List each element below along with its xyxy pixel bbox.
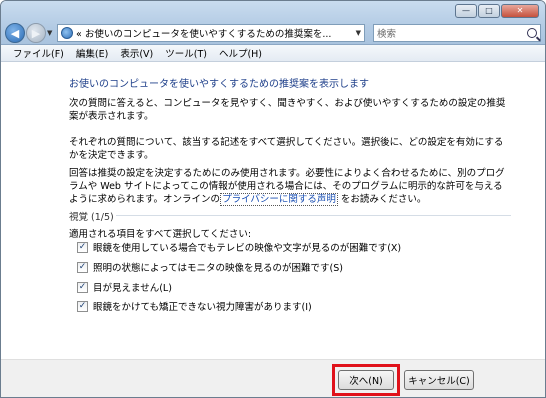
checkbox-blind[interactable]: ✓ [77, 281, 88, 293]
checkbox-instruction: 適用される項目をすべて選択してください: [69, 229, 252, 240]
search-box[interactable]: 検索 [373, 24, 541, 42]
recent-pages-dropdown[interactable]: ▼ [47, 29, 52, 37]
checkbox-lighting[interactable]: ✓ [77, 261, 88, 273]
checkbox-impairment[interactable]: ✓ [77, 300, 88, 312]
checkbox-row-blind[interactable]: ✓ 目が見えません(L) [77, 280, 172, 294]
back-arrow-icon: ◀ [10, 26, 20, 40]
minimize-button[interactable]: — [455, 4, 477, 18]
checkbox-label[interactable]: 眼鏡をかけても矯正できない視力障害があります(I) [93, 299, 312, 313]
forward-arrow-icon: ▶ [31, 26, 41, 40]
back-button[interactable]: ◀ [5, 23, 25, 43]
checkbox-row-lighting[interactable]: ✓ 照明の状態によってはモニタの映像を見るのが困難です(S) [77, 260, 343, 274]
section-title: 視覚 (1/5) [69, 212, 114, 223]
chevron-down-icon[interactable]: ▼ [356, 29, 361, 37]
search-icon[interactable] [527, 28, 537, 38]
menu-help[interactable]: ヘルプ(H) [213, 46, 268, 60]
control-panel-window: — □ ✕ ◀ ▶ ▼ « お使いのコンピュータを使いやすくするための推奨案を.… [0, 0, 546, 398]
forward-button[interactable]: ▶ [26, 23, 46, 43]
checkbox-label[interactable]: 照明の状態によってはモニタの映像を見るのが困難です(S) [93, 260, 343, 274]
button-bar: 次へ(N) キャンセル(C) [1, 359, 545, 397]
window-controls: — □ ✕ [455, 4, 539, 18]
section-divider [116, 215, 511, 216]
menu-view[interactable]: 表示(V) [114, 46, 159, 60]
cancel-button[interactable]: キャンセル(C) [404, 370, 474, 390]
highlight-box [332, 364, 400, 396]
privacy-text-end: をお読みください。 [340, 194, 427, 205]
address-text: « お使いのコンピュータを使いやすくするための推奨案を... [76, 29, 332, 40]
page-title: お使いのコンピュータを使いやすくするための推奨案を表示します [69, 79, 369, 90]
checkbox-row-impairment[interactable]: ✓ 眼鏡をかけても矯正できない視力障害があります(I) [77, 299, 312, 313]
checkbox-tv-text[interactable]: ✓ [77, 241, 88, 253]
title-bar: — □ ✕ ◀ ▶ ▼ « お使いのコンピュータを使いやすくするための推奨案を.… [1, 1, 545, 45]
menu-tools[interactable]: ツール(T) [159, 46, 213, 60]
close-button[interactable]: ✕ [501, 4, 539, 18]
address-bar[interactable]: « お使いのコンピュータを使いやすくするための推奨案を... ▼ [57, 24, 365, 42]
checkbox-label[interactable]: 目が見えません(L) [93, 280, 172, 294]
checkbox-label[interactable]: 眼鏡を使用している場合でもテレビの映像や文字が見るのが困難です(X) [93, 240, 401, 254]
menu-edit[interactable]: 編集(E) [70, 46, 114, 60]
privacy-paragraph: 回答は推奨の設定を決定するためにのみ使用されます。必要性によりよく合わせるために… [69, 167, 509, 206]
control-panel-icon [61, 27, 73, 39]
menu-file[interactable]: ファイル(F) [7, 46, 70, 60]
instructions-paragraph: それぞれの質問について、該当する記述をすべて選択してください。選択後に、どの設定… [69, 137, 504, 161]
privacy-statement-link[interactable]: プライバシーに関する声明 [220, 193, 338, 206]
menu-bar: ファイル(F) 編集(E) 表示(V) ツール(T) ヘルプ(H) [1, 45, 545, 62]
search-placeholder: 検索 [377, 29, 397, 40]
maximize-button[interactable]: □ [478, 4, 500, 18]
main-content: お使いのコンピュータを使いやすくするための推奨案を表示します 次の質問に答えると… [1, 63, 545, 359]
checkbox-row-tv-text[interactable]: ✓ 眼鏡を使用している場合でもテレビの映像や文字が見るのが困難です(X) [77, 240, 401, 254]
intro-paragraph: 次の質問に答えると、コンピュータを見やすく、聞きやすく、および使いやすくするため… [69, 98, 506, 122]
